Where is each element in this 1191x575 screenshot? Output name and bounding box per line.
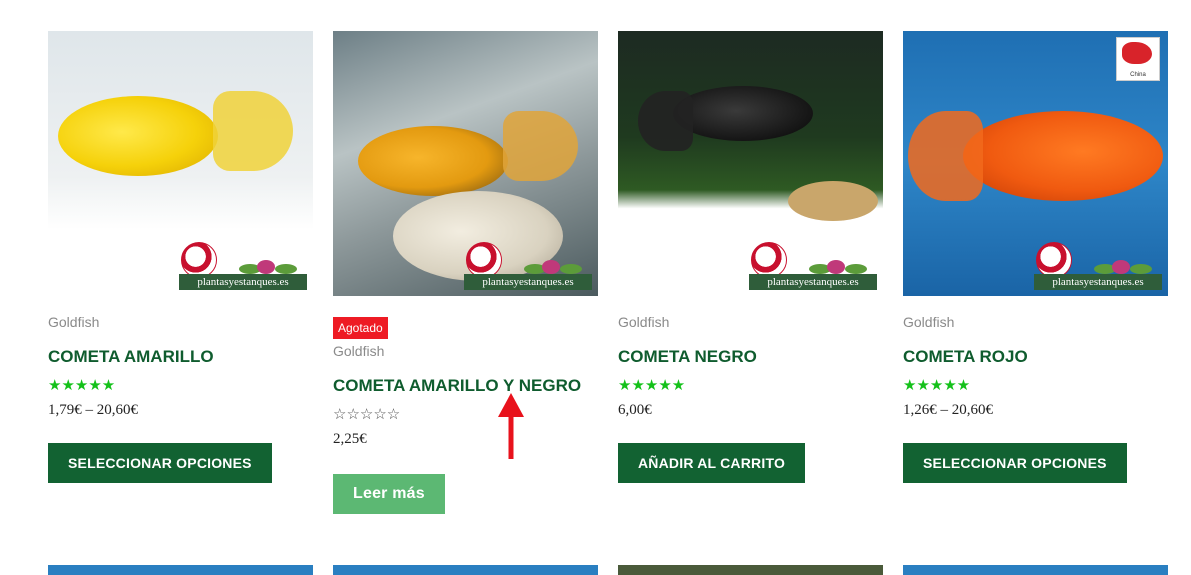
next-row-thumbnail[interactable] xyxy=(48,565,313,575)
product-title[interactable]: COMETA AMARILLO Y NEGRO xyxy=(333,376,598,396)
next-row-thumbnail[interactable] xyxy=(903,565,1168,575)
black-fish-image xyxy=(673,86,813,141)
product-category[interactable]: Goldfish xyxy=(48,314,313,330)
rating-stars: ★★★★★ xyxy=(903,377,971,394)
yellow-fish-image xyxy=(58,96,218,176)
product-price: 6,00€ xyxy=(618,402,652,418)
annotation-arrow-icon xyxy=(498,393,524,459)
select-options-button[interactable]: SELECCIONAR OPCIONES xyxy=(903,443,1127,483)
watermark-logo: plantasyestanques.es xyxy=(749,240,877,290)
product-title[interactable]: COMETA AMARILLO xyxy=(48,347,313,367)
select-options-button[interactable]: SELECCIONAR OPCIONES xyxy=(48,443,272,483)
watermark-logo: plantasyestanques.es xyxy=(1034,240,1162,290)
rating-stars-empty: ☆☆☆☆☆ xyxy=(333,406,401,423)
pebbles-image xyxy=(788,181,878,221)
read-more-button[interactable]: Leer más xyxy=(333,474,445,514)
product-image[interactable]: plantasyestanques.es xyxy=(333,31,598,296)
rating-stars: ★★★★★ xyxy=(618,377,686,394)
fish-tail xyxy=(503,111,578,181)
product-card-cometa-rojo: China plantasyestanques.es Goldfish COME… xyxy=(903,31,1168,483)
product-title[interactable]: COMETA NEGRO xyxy=(618,347,883,367)
next-row-thumbnail[interactable] xyxy=(618,565,883,575)
fish-tail xyxy=(213,91,293,171)
product-category[interactable]: Goldfish xyxy=(903,314,1168,330)
fish-tail xyxy=(908,111,983,201)
product-price: 1,26€ – 20,60€ xyxy=(903,402,993,418)
watermark-logo: plantasyestanques.es xyxy=(179,240,307,290)
orange-black-fish-image xyxy=(358,126,508,196)
rating-stars: ★★★★★ xyxy=(48,377,116,394)
product-image[interactable]: plantasyestanques.es xyxy=(48,31,313,296)
product-image[interactable]: plantasyestanques.es xyxy=(618,31,883,296)
product-image[interactable]: China plantasyestanques.es xyxy=(903,31,1168,296)
fish-tail xyxy=(638,91,693,151)
red-fish-image xyxy=(963,111,1163,201)
product-price: 1,79€ – 20,60€ xyxy=(48,402,138,418)
product-price: 2,25€ xyxy=(333,431,367,447)
china-flag-icon: China xyxy=(1116,37,1160,81)
add-to-cart-button[interactable]: AÑADIR AL CARRITO xyxy=(618,443,806,483)
product-card-cometa-negro: plantasyestanques.es Goldfish COMETA NEG… xyxy=(618,31,883,483)
product-category[interactable]: Goldfish xyxy=(618,314,883,330)
watermark-logo: plantasyestanques.es xyxy=(464,240,592,290)
product-card-cometa-amarillo-y-negro: plantasyestanques.es Agotado Goldfish CO… xyxy=(333,31,598,514)
product-card-cometa-amarillo: plantasyestanques.es Goldfish COMETA AMA… xyxy=(48,31,313,483)
out-of-stock-badge: Agotado xyxy=(333,317,388,339)
product-category[interactable]: Goldfish xyxy=(333,343,598,359)
product-title[interactable]: COMETA ROJO xyxy=(903,347,1168,367)
next-row-thumbnail[interactable] xyxy=(333,565,598,575)
